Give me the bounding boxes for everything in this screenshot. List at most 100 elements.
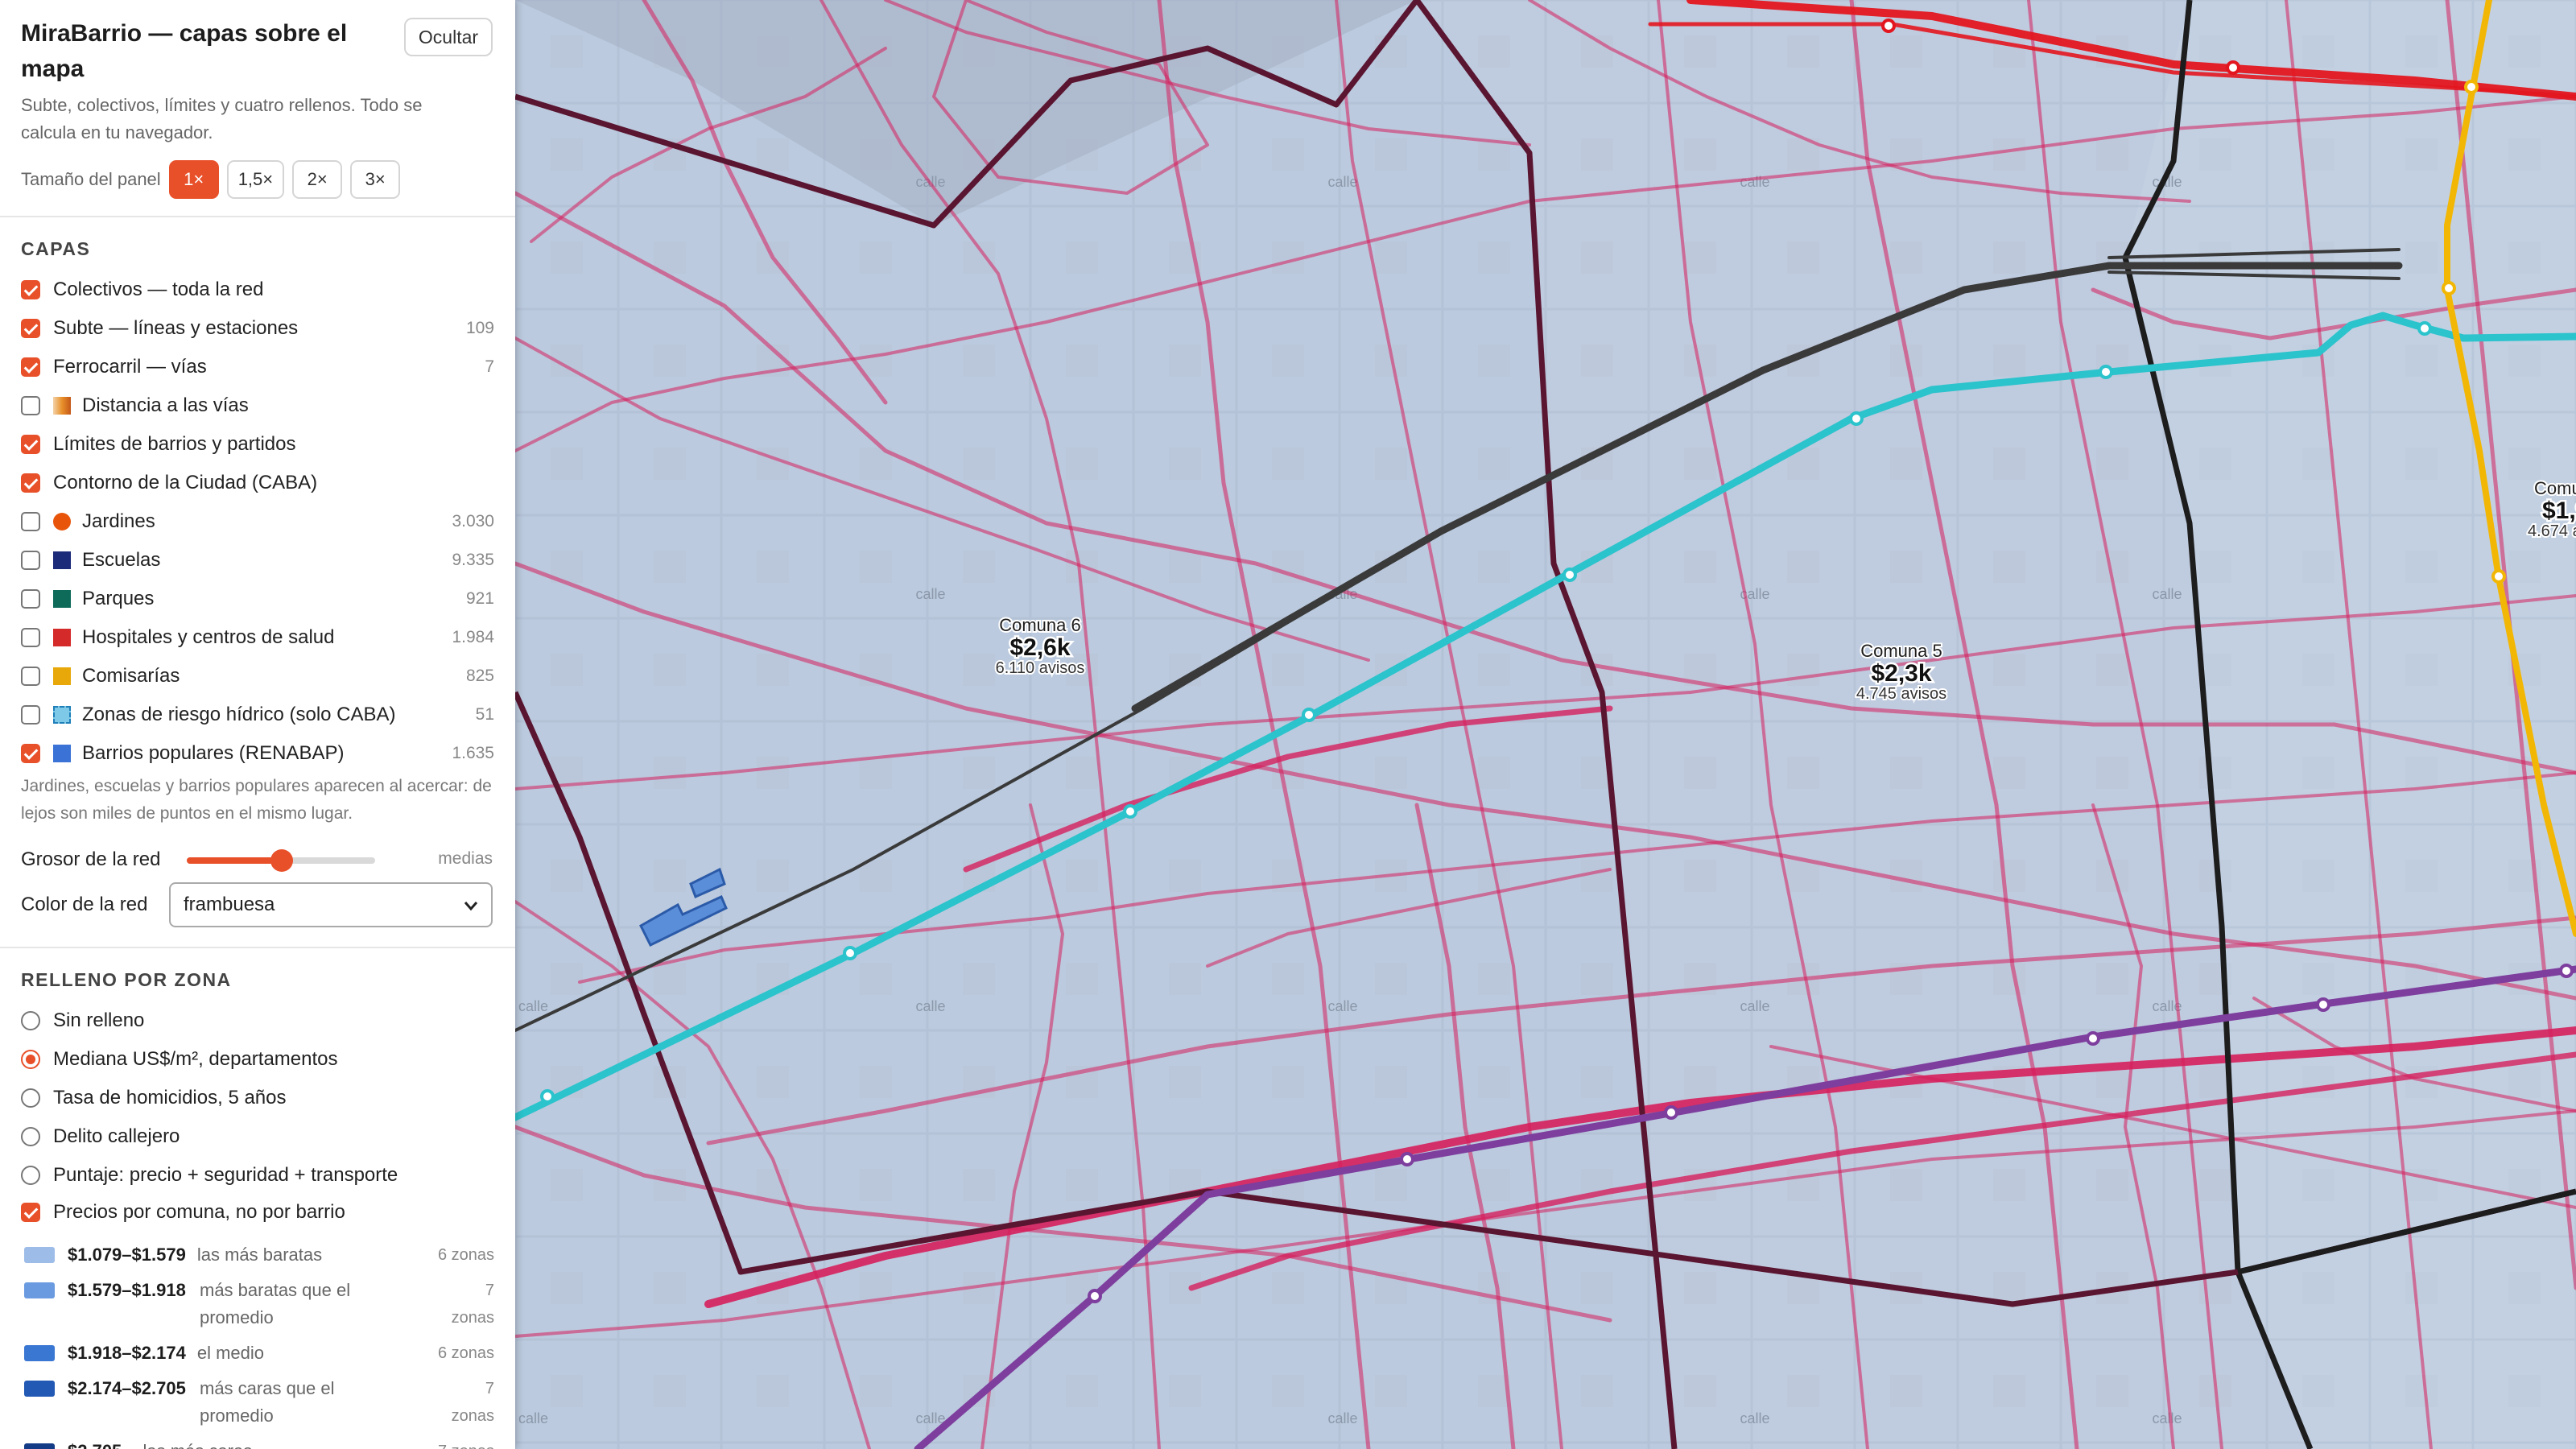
by-comuna-checkbox[interactable] [21,1203,40,1222]
layer-checkbox[interactable] [21,435,40,454]
zone-label-price: $1,9k [2542,497,2576,524]
layer-checkbox[interactable] [21,551,40,570]
layer-label: Distancia a las vías [82,394,249,416]
layer-toggle[interactable]: Colectivos — toda la red [21,272,494,308]
layer-checkbox[interactable] [21,396,40,415]
subte-station[interactable] [540,1089,555,1104]
layer-toggle[interactable]: Barrios populares (RENABAP) 1.635 [21,736,494,771]
fill-radio[interactable] [21,1050,40,1069]
network-color-value: frambuesa [184,894,275,915]
layer-checkbox[interactable] [21,744,40,763]
layer-label: Parques [82,588,155,609]
legend-row: $1.079–$1.579 las más baratas 6 zonas [24,1241,494,1269]
fill-radio[interactable] [21,1127,40,1146]
layer-toggle[interactable]: Zonas de riesgo hídrico (solo CABA) 51 [21,697,494,733]
layer-toggle[interactable]: Escuelas 9.335 [21,543,494,578]
subte-station[interactable] [2086,1031,2100,1046]
divider [0,947,515,948]
panel-size-button-1x[interactable]: 1× [168,160,219,199]
fill-radio[interactable] [21,1166,40,1185]
legend-swatch [24,1381,55,1397]
network-color-select[interactable]: frambuesa [169,882,493,927]
layer-swatch-icon [53,629,71,646]
subte-station[interactable] [1849,411,1864,426]
layer-toggle[interactable]: Parques 921 [21,581,494,617]
layer-checkbox[interactable] [21,589,40,609]
fill-option[interactable]: Mediana US$/m², departamentos [21,1042,494,1077]
layer-label: Hospitales y centros de salud [82,626,335,648]
fill-option[interactable]: Tasa de homicidios, 5 años [21,1080,494,1116]
subte-station[interactable] [1400,1152,1414,1166]
subte-station[interactable] [2226,60,2240,75]
subte-station[interactable] [2316,997,2330,1012]
layer-swatch-icon [53,667,71,685]
street-label: calle [915,1410,945,1426]
subte-station[interactable] [1123,804,1137,819]
layer-toggle[interactable]: Distancia a las vías [21,388,494,423]
subte-station[interactable] [1881,19,1896,33]
legend-zones: 7 zonas [451,1282,494,1327]
fill-option[interactable]: Delito callejero [21,1119,494,1154]
subte-station[interactable] [1302,708,1316,722]
legend-range: $2.705– [68,1438,132,1449]
hide-panel-button[interactable]: Ocultar [404,18,493,56]
subte-station[interactable] [843,946,857,960]
layer-toggle[interactable]: Contorno de la Ciudad (CABA) [21,465,494,501]
layer-checkbox[interactable] [21,473,40,493]
subte-station[interactable] [1563,568,1577,582]
subte-station[interactable] [2442,281,2456,295]
legend-row: $2.174–$2.705 más caras que el promedio 7 … [24,1375,494,1430]
layer-checkbox[interactable] [21,512,40,531]
fill-radio[interactable] [21,1011,40,1030]
panel-size-button-2x[interactable]: 2× [292,160,343,199]
layer-checkbox[interactable] [21,705,40,724]
panel-size-button-1-5x[interactable]: 1,5× [226,160,285,199]
layer-checkbox[interactable] [21,357,40,377]
legend-range: $1.579–$1.918 [68,1280,186,1300]
by-comuna-label: Precios por comuna, no por barrio [53,1201,345,1223]
layer-count: 825 [465,667,494,685]
layer-toggle[interactable]: Jardines 3.030 [21,504,494,539]
divider [0,216,515,217]
layer-count: 51 [475,705,494,724]
zone-label-count: 4.674 avisos [2528,522,2576,540]
legend-zones: 7 zonas [438,1438,494,1449]
fill-radio[interactable] [21,1088,40,1108]
fill-option[interactable]: Sin relleno [21,1003,494,1038]
layer-toggle[interactable]: Hospitales y centros de salud 1.984 [21,620,494,655]
zone-label-name: Comuna 5 [1860,641,1942,661]
network-width-slider[interactable] [187,848,375,873]
layers-heading: CAPAS [21,238,91,259]
subte-station[interactable] [2491,569,2506,584]
zone-label-count: 6.110 avisos [996,659,1085,677]
legend-zones: 7 zonas [451,1380,494,1425]
subte-station[interactable] [1664,1105,1678,1120]
slider-thumb[interactable] [270,849,293,872]
subte-station[interactable] [2099,365,2113,379]
layer-label: Zonas de riesgo hídrico (solo CABA) [82,704,396,725]
layer-toggle[interactable]: Límites de barrios y partidos [21,427,494,462]
legend-desc: más caras que el promedio [200,1378,335,1426]
panel-size-button-3x[interactable]: 3× [350,160,401,199]
legend-swatch [24,1247,55,1263]
layer-count: 9.335 [452,551,494,569]
subte-station[interactable] [2559,964,2574,978]
layer-toggle[interactable]: Subte — líneas y estaciones 109 [21,311,494,346]
layer-label: Colectivos — toda la red [53,279,264,300]
legend-swatch [24,1282,55,1298]
layer-toggle[interactable]: Ferrocarril — vías 7 [21,349,494,385]
layer-checkbox[interactable] [21,667,40,686]
subte-station[interactable] [2417,321,2432,336]
subte-station[interactable] [2464,80,2479,94]
layer-checkbox[interactable] [21,280,40,299]
by-comuna-toggle[interactable]: Precios por comuna, no por barrio [21,1195,494,1230]
fill-option[interactable]: Puntaje: precio + seguridad + transporte [21,1158,494,1193]
layer-checkbox[interactable] [21,319,40,338]
layer-checkbox[interactable] [21,628,40,647]
subte-station[interactable] [1088,1289,1102,1303]
legend-zones: 6 zonas [437,1246,494,1264]
layer-toggle[interactable]: Comisarías 825 [21,658,494,694]
chevron-down-icon [462,897,480,919]
legend-desc: las más baratas [196,1245,323,1265]
fill-option-label: Tasa de homicidios, 5 años [53,1087,287,1108]
